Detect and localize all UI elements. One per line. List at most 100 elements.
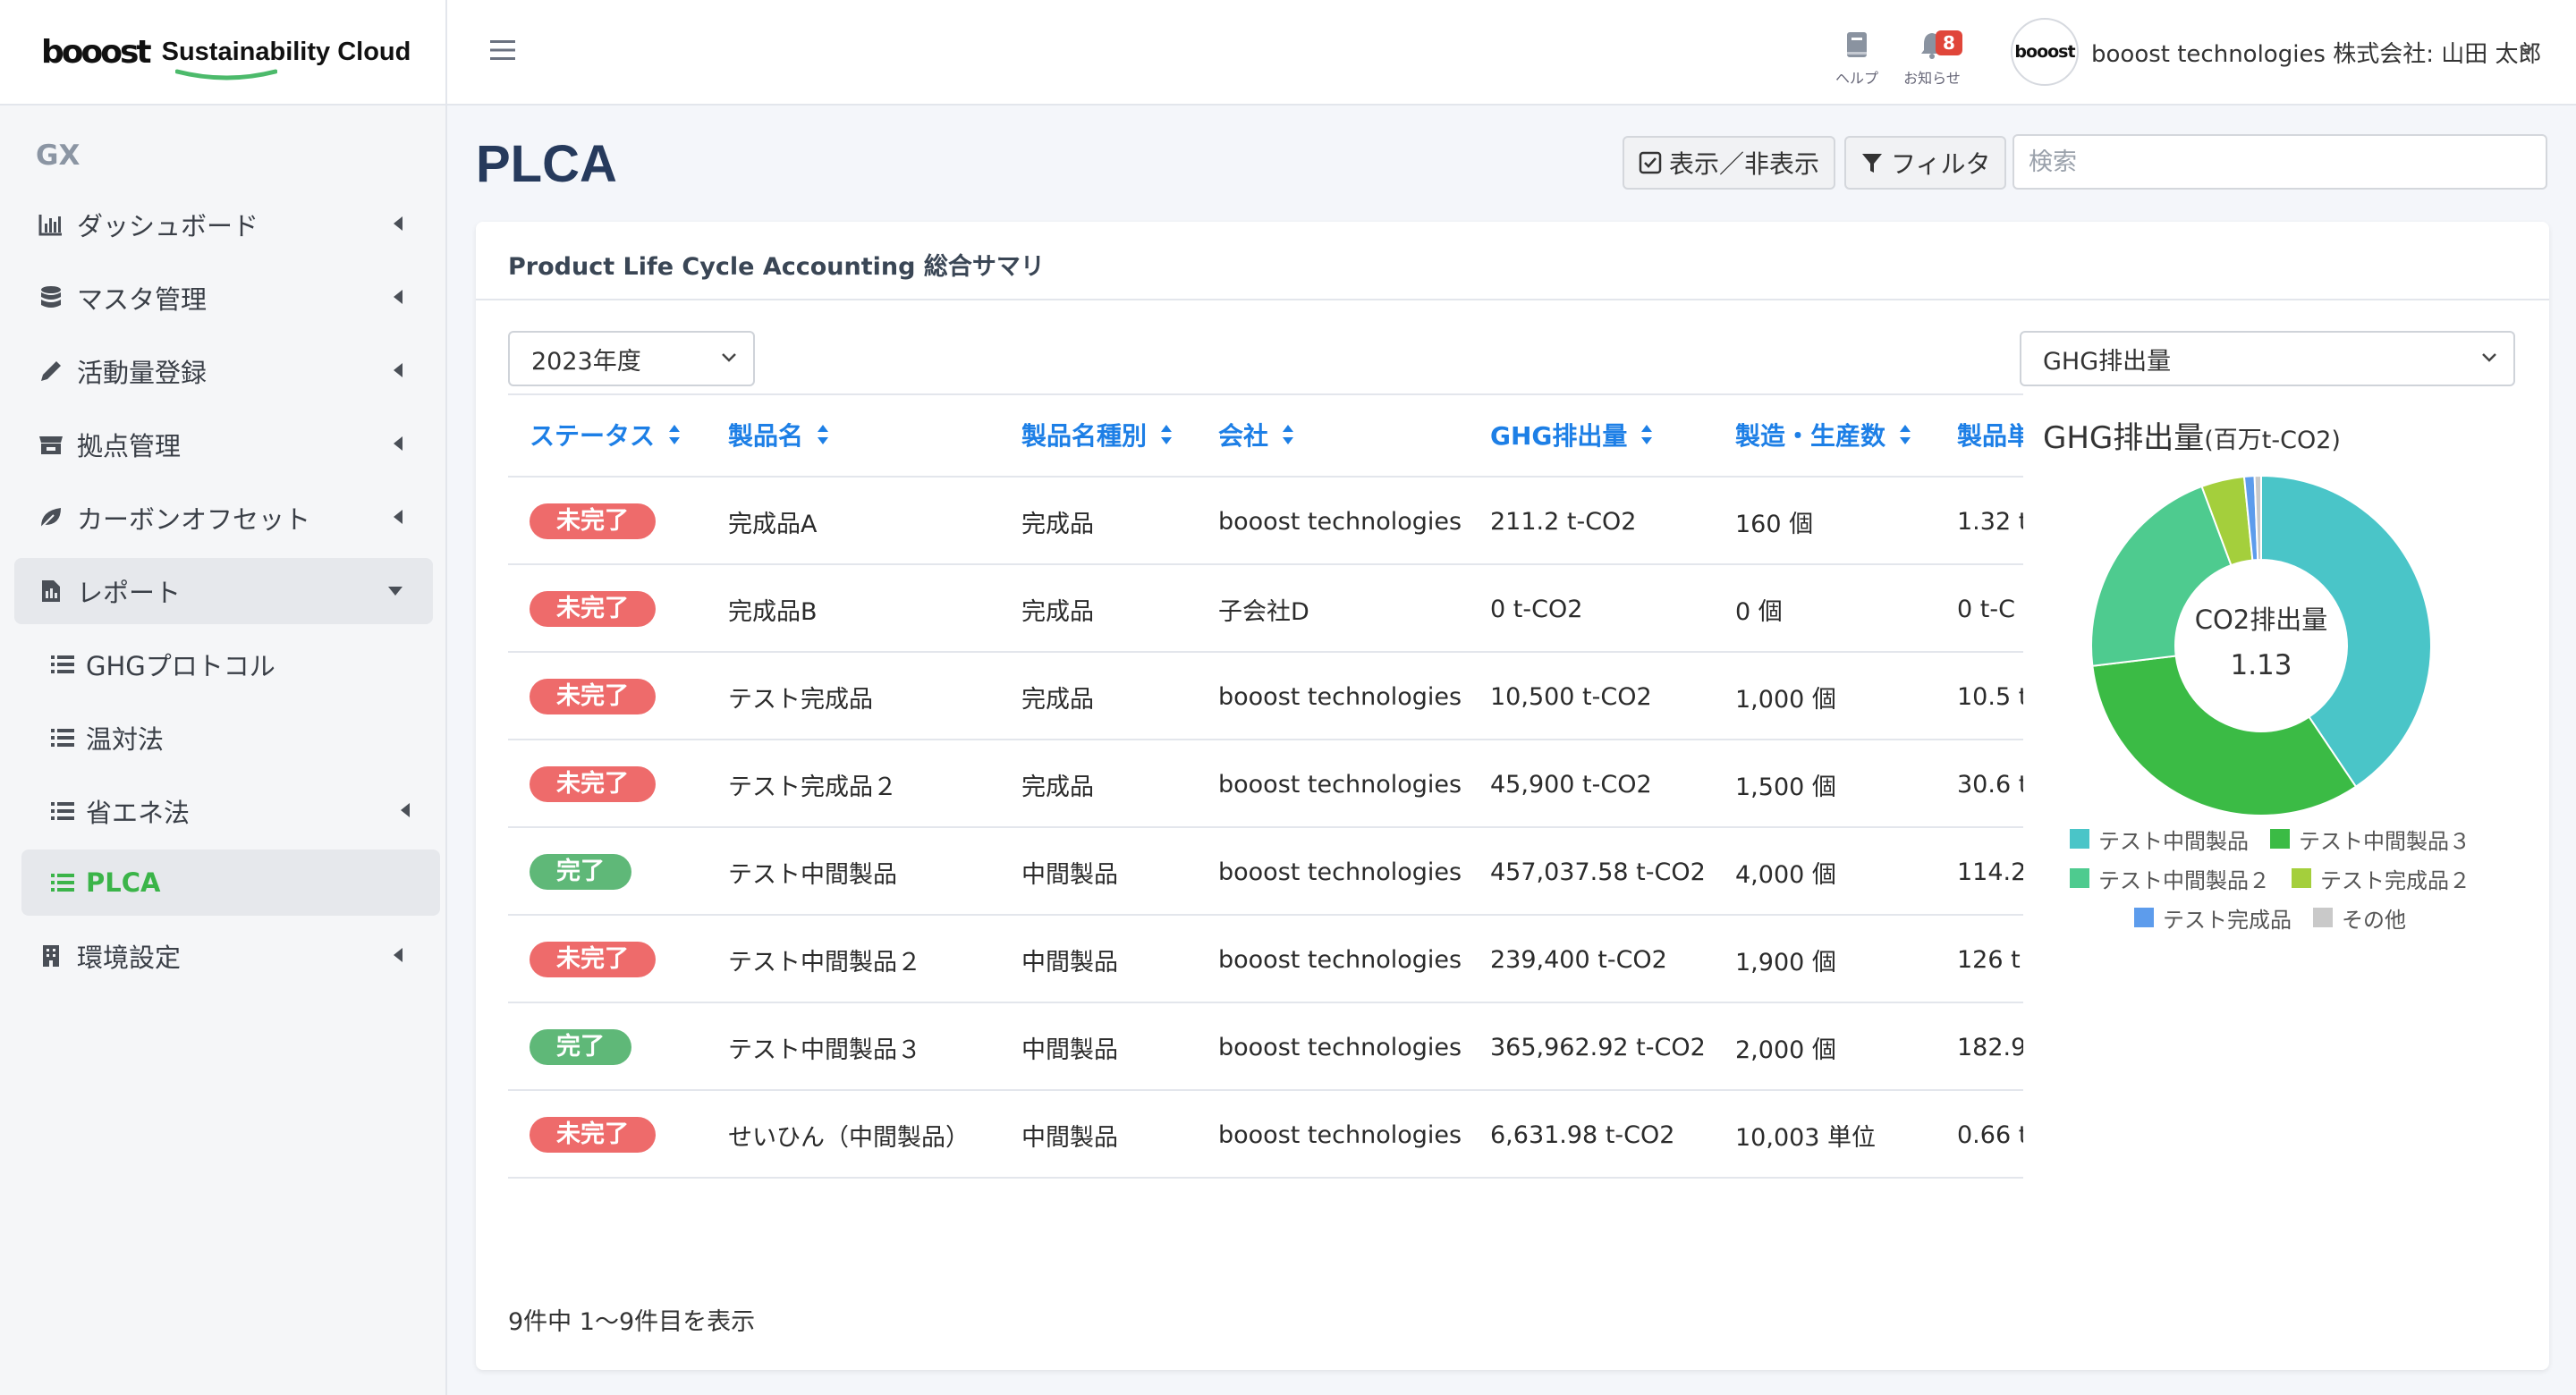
column-header-label: 会社 [1218, 421, 1269, 451]
ghg-cell: 457,037.58 t-CO2 [1490, 828, 1706, 916]
cell-text: 中間製品 [1021, 1036, 1118, 1064]
column-header-label: 製造・生産数 [1735, 421, 1886, 451]
legend-label: テスト中間製品 [2098, 828, 2249, 854]
caret-left-icon [394, 948, 402, 962]
column-header-label: GHG排出量 [1490, 421, 1628, 451]
table-row[interactable]: 未完了 せいひん（中間製品） 中間製品 booost technologies 6,63… [508, 1089, 2023, 1177]
legend-item[interactable]: テスト中間製品 [2070, 824, 2249, 855]
help-label: ヘルプ [1835, 70, 1878, 87]
status-cell: 完了 [530, 1003, 631, 1091]
status-cell: 未完了 [530, 916, 656, 1003]
document-icon [38, 579, 64, 604]
legend-row: テスト完成品 その他 [2038, 898, 2503, 937]
company-cell: booost technologies [1218, 1003, 1462, 1091]
column-header-company[interactable]: 会社 [1218, 393, 1295, 476]
sidebar-item-sites[interactable]: 拠点管理 [14, 411, 433, 478]
cell-text: 126 t [1957, 945, 2021, 974]
column-visibility-label: 表示／非表示 [1669, 149, 1820, 179]
status-badge: 完了 [530, 1029, 631, 1065]
product-type-cell: 中間製品 [1021, 1179, 1118, 1180]
column-header-production-qty[interactable]: 製造・生産数 [1735, 393, 1912, 476]
sidebar-item-activity[interactable]: 活動量登録 [14, 338, 433, 404]
ghg-cell: 45,900 t-CO2 [1490, 740, 1652, 828]
cell-text: 239,400 t-CO2 [1490, 945, 1667, 974]
unit-ghg-cell: 1.32 t [1957, 478, 2023, 565]
sidebar-item-dashboard[interactable]: ダッシュボード [14, 191, 433, 258]
search-input[interactable] [2012, 134, 2547, 190]
metric-select[interactable]: GHG排出量 [2020, 331, 2515, 386]
avatar[interactable]: booost [2011, 18, 2079, 86]
legend-swatch [2134, 908, 2154, 927]
column-visibility-button[interactable]: 表示／非表示 [1623, 136, 1836, 190]
sidebar-subitem-ghg-protocol[interactable]: GHGプロトコル [21, 631, 440, 698]
sidebar-subitem-plca[interactable]: PLCA [21, 850, 440, 916]
ghg-cell: 0 t-CO2 [1490, 1179, 1582, 1180]
sidebar-item-label: 活動量登録 [77, 358, 208, 388]
cell-text: booost technologies [1218, 1033, 1462, 1061]
unit-ghg-cell: 126 t [1957, 916, 2021, 1003]
donut-center-value: 1.13 [2230, 649, 2292, 681]
column-header-product-name[interactable]: 製品名 [728, 393, 830, 476]
cell-text: 1,900 個 [1735, 948, 1836, 976]
table-row[interactable]: 完了 テスト中間製品 中間製品 booost technologies 457,037.… [508, 826, 2023, 914]
product-type-cell: 完成品 [1021, 478, 1094, 565]
help-button[interactable]: ヘルプ [1821, 30, 1893, 88]
table-row[interactable]: 未完了 テスト中間製品２ 中間製品 booost technologies 239,40… [508, 914, 2023, 1002]
brand-header[interactable]: booost Sustainability Cloud [0, 0, 445, 106]
legend-item[interactable]: テスト中間製品２ [2070, 863, 2270, 894]
sidebar-subitem-shoeneho[interactable]: 省エネ法 [21, 778, 440, 844]
table-row[interactable]: 未完了 完成品A 完成品 booost technologies 211.2 t-CO2… [508, 476, 2023, 563]
cell-text: 1.32 t [1957, 507, 2023, 536]
production-qty-cell: 4,000 個 [1735, 828, 1836, 916]
legend-swatch [2070, 868, 2089, 888]
cell-text: 0 t-CO2 [1490, 595, 1583, 623]
cell-text: 中間製品 [1021, 1123, 1118, 1152]
table-row[interactable]: 未完了 完成品B 完成品 子会社D 0 t-CO2 0 個 0 t-C [508, 563, 2023, 651]
legend-item[interactable]: その他 [2313, 902, 2406, 934]
unit-ghg-cell: 0 t-C [1957, 1179, 2015, 1180]
sidebar-item-label: 拠点管理 [77, 431, 182, 461]
product-name-cell: テスト完成品２ [728, 740, 897, 828]
caret-left-icon [394, 363, 402, 377]
sidebar-item-report[interactable]: レポート [14, 558, 433, 624]
chevron-down-icon[interactable] [2519, 45, 2535, 55]
table-row[interactable]: 未完了 aaa 中間製品 子会社D 0 t-CO2 0 aa 0 t-C [508, 1177, 2023, 1180]
ghg-cell: 10,500 t-CO2 [1490, 653, 1652, 740]
table-row[interactable]: 完了 テスト中間製品３ 中間製品 booost technologies 365,962… [508, 1002, 2023, 1089]
caret-left-icon [394, 510, 402, 524]
filter-button[interactable]: フィルタ [1844, 136, 2007, 190]
status-cell: 未完了 [530, 653, 656, 740]
column-header-status[interactable]: ステータス [530, 393, 682, 476]
legend-label: テスト中間製品２ [2098, 867, 2270, 893]
sidebar-subitem-ontaiho[interactable]: 温対法 [21, 705, 440, 771]
production-qty-cell: 1,900 個 [1735, 916, 1836, 1003]
notifications-button[interactable]: 8 お知らせ [1896, 30, 1968, 88]
company-cell: booost technologies [1218, 828, 1462, 916]
column-header-unit-ghg[interactable]: 製品単 [1957, 393, 2023, 476]
sidebar-item-settings[interactable]: 環境設定 [14, 923, 433, 989]
hamburger-menu-icon[interactable] [488, 38, 517, 63]
column-header-product-type[interactable]: 製品名種別 [1021, 393, 1174, 476]
cell-text: テスト完成品２ [728, 773, 897, 801]
legend-item[interactable]: テスト完成品２ [2292, 863, 2470, 894]
status-badge: 未完了 [530, 679, 656, 714]
pencil-icon [38, 359, 64, 384]
table-row[interactable]: 未完了 テスト完成品 完成品 booost technologies 10,500 t-… [508, 651, 2023, 739]
cell-text: 中間製品 [1021, 860, 1118, 889]
cell-text: 4,000 個 [1735, 860, 1836, 889]
sidebar-item-master[interactable]: マスタ管理 [14, 265, 433, 331]
cell-text: 完成品 [1021, 773, 1094, 801]
cell-text: 2,000 個 [1735, 1036, 1836, 1064]
table-row[interactable]: 未完了 テスト完成品２ 完成品 booost technologies 45,900 t… [508, 739, 2023, 826]
legend-item[interactable]: テスト中間製品３ [2270, 824, 2470, 855]
cell-text: 211.2 t-CO2 [1490, 507, 1637, 536]
fiscal-year-select[interactable]: 2023年度 [508, 331, 755, 386]
sidebar-item-carbon-offset[interactable]: カーボンオフセット [14, 485, 433, 551]
ghg-cell: 0 t-CO2 [1490, 565, 1582, 653]
product-name-cell: 完成品A [728, 478, 817, 565]
status-badge: 未完了 [530, 591, 656, 627]
legend-item[interactable]: テスト完成品 [2134, 902, 2292, 934]
user-menu-name[interactable]: booost technologies 株式会社: 山田 太郎 [2091, 36, 2542, 69]
status-badge: 未完了 [530, 503, 656, 539]
column-header-ghg[interactable]: GHG排出量 [1490, 393, 1654, 476]
